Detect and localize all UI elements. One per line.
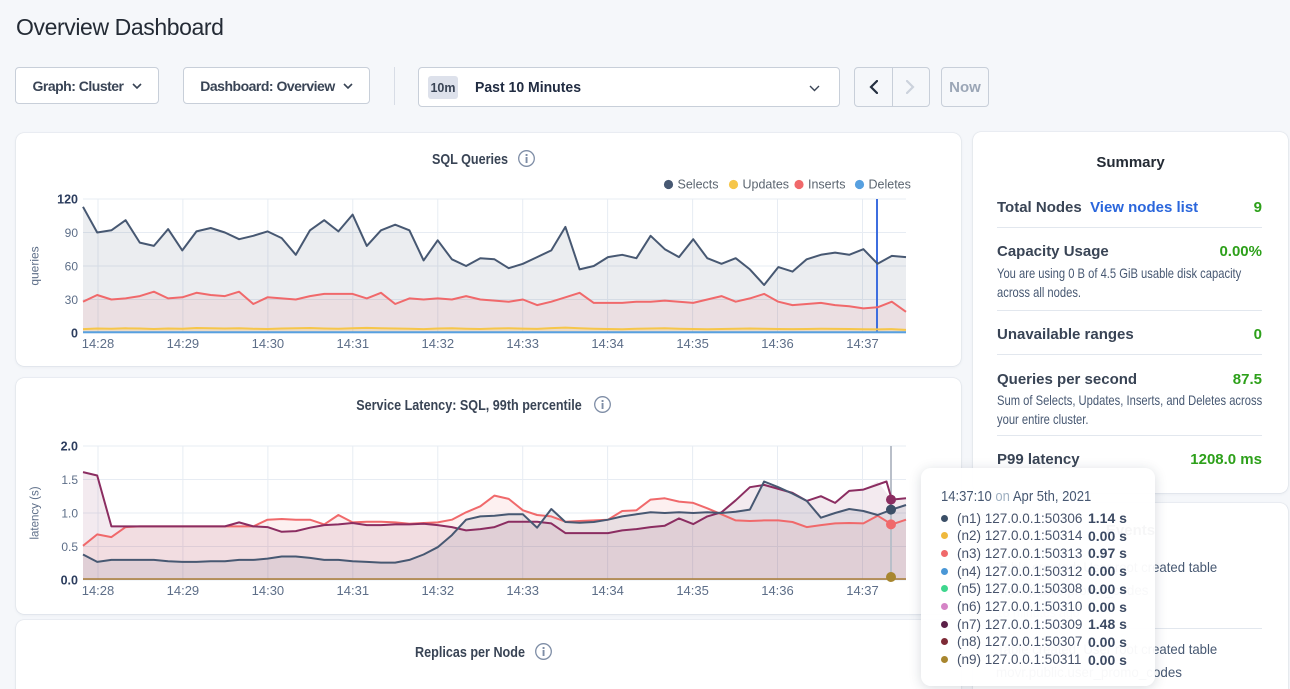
svg-text:14:35: 14:35	[676, 583, 709, 598]
svg-text:Inserts: Inserts	[808, 178, 846, 192]
svg-text:14:35: 14:35	[676, 336, 709, 351]
svg-text:120: 120	[57, 193, 78, 207]
svg-text:14:36: 14:36	[761, 583, 794, 598]
svg-text:0.0: 0.0	[61, 574, 78, 588]
svg-text:14:34: 14:34	[591, 336, 624, 351]
svg-text:14:34: 14:34	[591, 583, 624, 598]
svg-text:30: 30	[65, 293, 79, 307]
svg-text:0.5: 0.5	[61, 540, 78, 554]
svg-text:queries: queries	[28, 246, 42, 285]
svg-text:60: 60	[65, 260, 79, 274]
svg-text:14:32: 14:32	[422, 583, 455, 598]
svg-text:14:32: 14:32	[422, 336, 455, 351]
svg-text:2.0: 2.0	[61, 440, 78, 454]
svg-text:latency (s): latency (s)	[30, 486, 42, 539]
svg-text:14:30: 14:30	[252, 336, 285, 351]
svg-text:14:29: 14:29	[167, 336, 200, 351]
svg-text:90: 90	[65, 226, 79, 240]
svg-text:Selects: Selects	[678, 178, 719, 192]
svg-text:Updates: Updates	[743, 178, 790, 192]
svg-text:14:28: 14:28	[82, 583, 115, 598]
svg-text:14:37: 14:37	[846, 336, 879, 351]
svg-text:14:33: 14:33	[506, 336, 539, 351]
svg-text:14:30: 14:30	[252, 583, 285, 598]
svg-text:1.0: 1.0	[61, 507, 78, 521]
svg-text:14:33: 14:33	[506, 583, 539, 598]
svg-text:14:31: 14:31	[337, 336, 370, 351]
svg-text:14:36: 14:36	[761, 336, 794, 351]
svg-text:Deletes: Deletes	[869, 178, 911, 192]
svg-text:14:28: 14:28	[82, 336, 115, 351]
svg-text:0: 0	[71, 327, 78, 341]
svg-text:14:31: 14:31	[337, 583, 370, 598]
svg-text:14:37: 14:37	[846, 583, 879, 598]
svg-text:1.5: 1.5	[61, 473, 78, 487]
svg-text:14:29: 14:29	[167, 583, 200, 598]
